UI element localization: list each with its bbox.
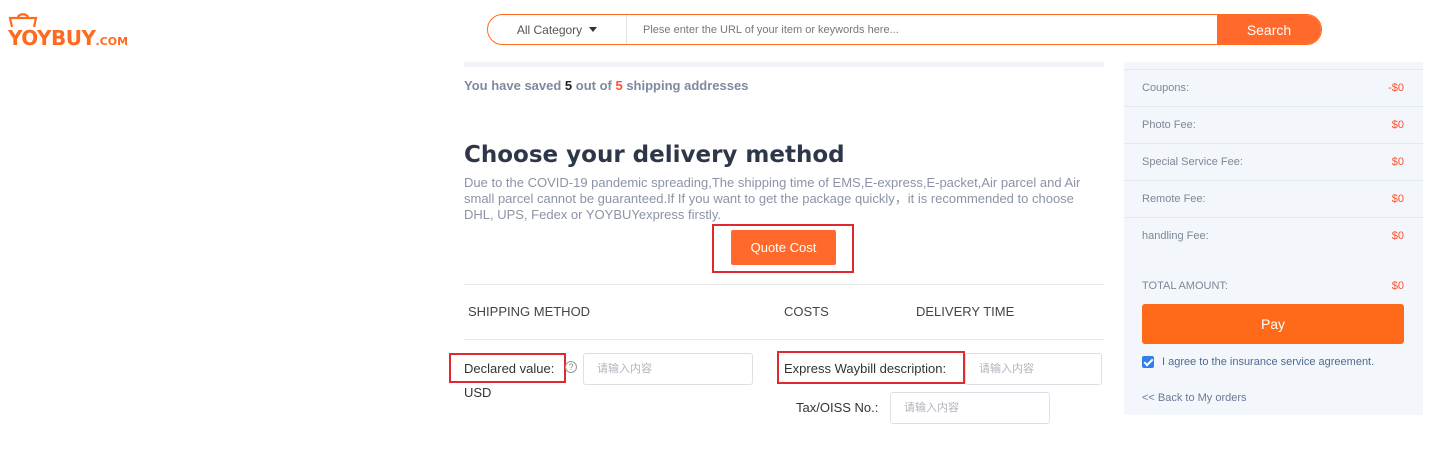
back-to-orders-link[interactable]: << Back to My orders: [1142, 392, 1247, 404]
col-shipping-method: SHIPPING METHOD: [468, 304, 591, 319]
declared-unit: USD: [464, 385, 492, 400]
summary-row-special-service-fee: Special Service Fee: $0: [1124, 143, 1423, 180]
address-panel-edge: [464, 62, 1104, 67]
total-amount-row: TOTAL AMOUNT: $0: [1142, 280, 1404, 292]
delivery-method-title: Choose your delivery method: [464, 142, 845, 168]
summary-row-coupons: Coupons: -$0: [1124, 69, 1423, 106]
col-costs: COSTS: [784, 304, 829, 319]
category-label: All Category: [516, 22, 583, 37]
total-amount-value: $0: [1391, 280, 1404, 292]
agreement-checkbox[interactable]: [1142, 356, 1154, 368]
saved-addresses-text: You have saved 5 out of 5 shipping addre…: [464, 78, 749, 93]
site-logo[interactable]: YOYBUY.COM: [4, 12, 128, 52]
search-input[interactable]: [627, 15, 1217, 44]
search-button[interactable]: Search: [1217, 15, 1321, 44]
logo-text: YOYBUY.COM: [8, 26, 129, 50]
covid-notice: Due to the COVID-19 pandemic spreading,T…: [464, 175, 1081, 222]
col-delivery-time: DELIVERY TIME: [916, 304, 1015, 319]
quote-cost-button[interactable]: Quote Cost: [731, 230, 836, 265]
tax-number-label: Tax/OISS No.:: [796, 400, 879, 415]
tax-number-input[interactable]: [890, 392, 1050, 424]
summary-row-remote-fee: Remote Fee: $0: [1124, 180, 1423, 217]
caret-down-icon: [589, 27, 598, 32]
summary-row-handling-fee: handling Fee: $0: [1124, 217, 1423, 254]
waybill-description-label: Express Waybill description:: [784, 361, 947, 376]
insurance-agreement: I agree to the insurance service agreeme…: [1142, 356, 1374, 368]
summary-row-photo-fee: Photo Fee: $0: [1124, 106, 1423, 143]
agreement-text[interactable]: I agree to the insurance service agreeme…: [1162, 356, 1374, 368]
total-amount-label: TOTAL AMOUNT:: [1142, 280, 1228, 292]
pay-button[interactable]: Pay: [1142, 304, 1404, 344]
divider: [464, 339, 1104, 340]
help-icon[interactable]: ?: [565, 361, 577, 373]
declared-value-input[interactable]: [583, 353, 753, 385]
divider: [464, 284, 1104, 285]
search-bar: All Category Search: [487, 14, 1322, 45]
category-select[interactable]: All Category: [488, 15, 627, 44]
declared-value-label: Declared value:: [464, 361, 555, 376]
waybill-description-input[interactable]: [965, 353, 1102, 385]
